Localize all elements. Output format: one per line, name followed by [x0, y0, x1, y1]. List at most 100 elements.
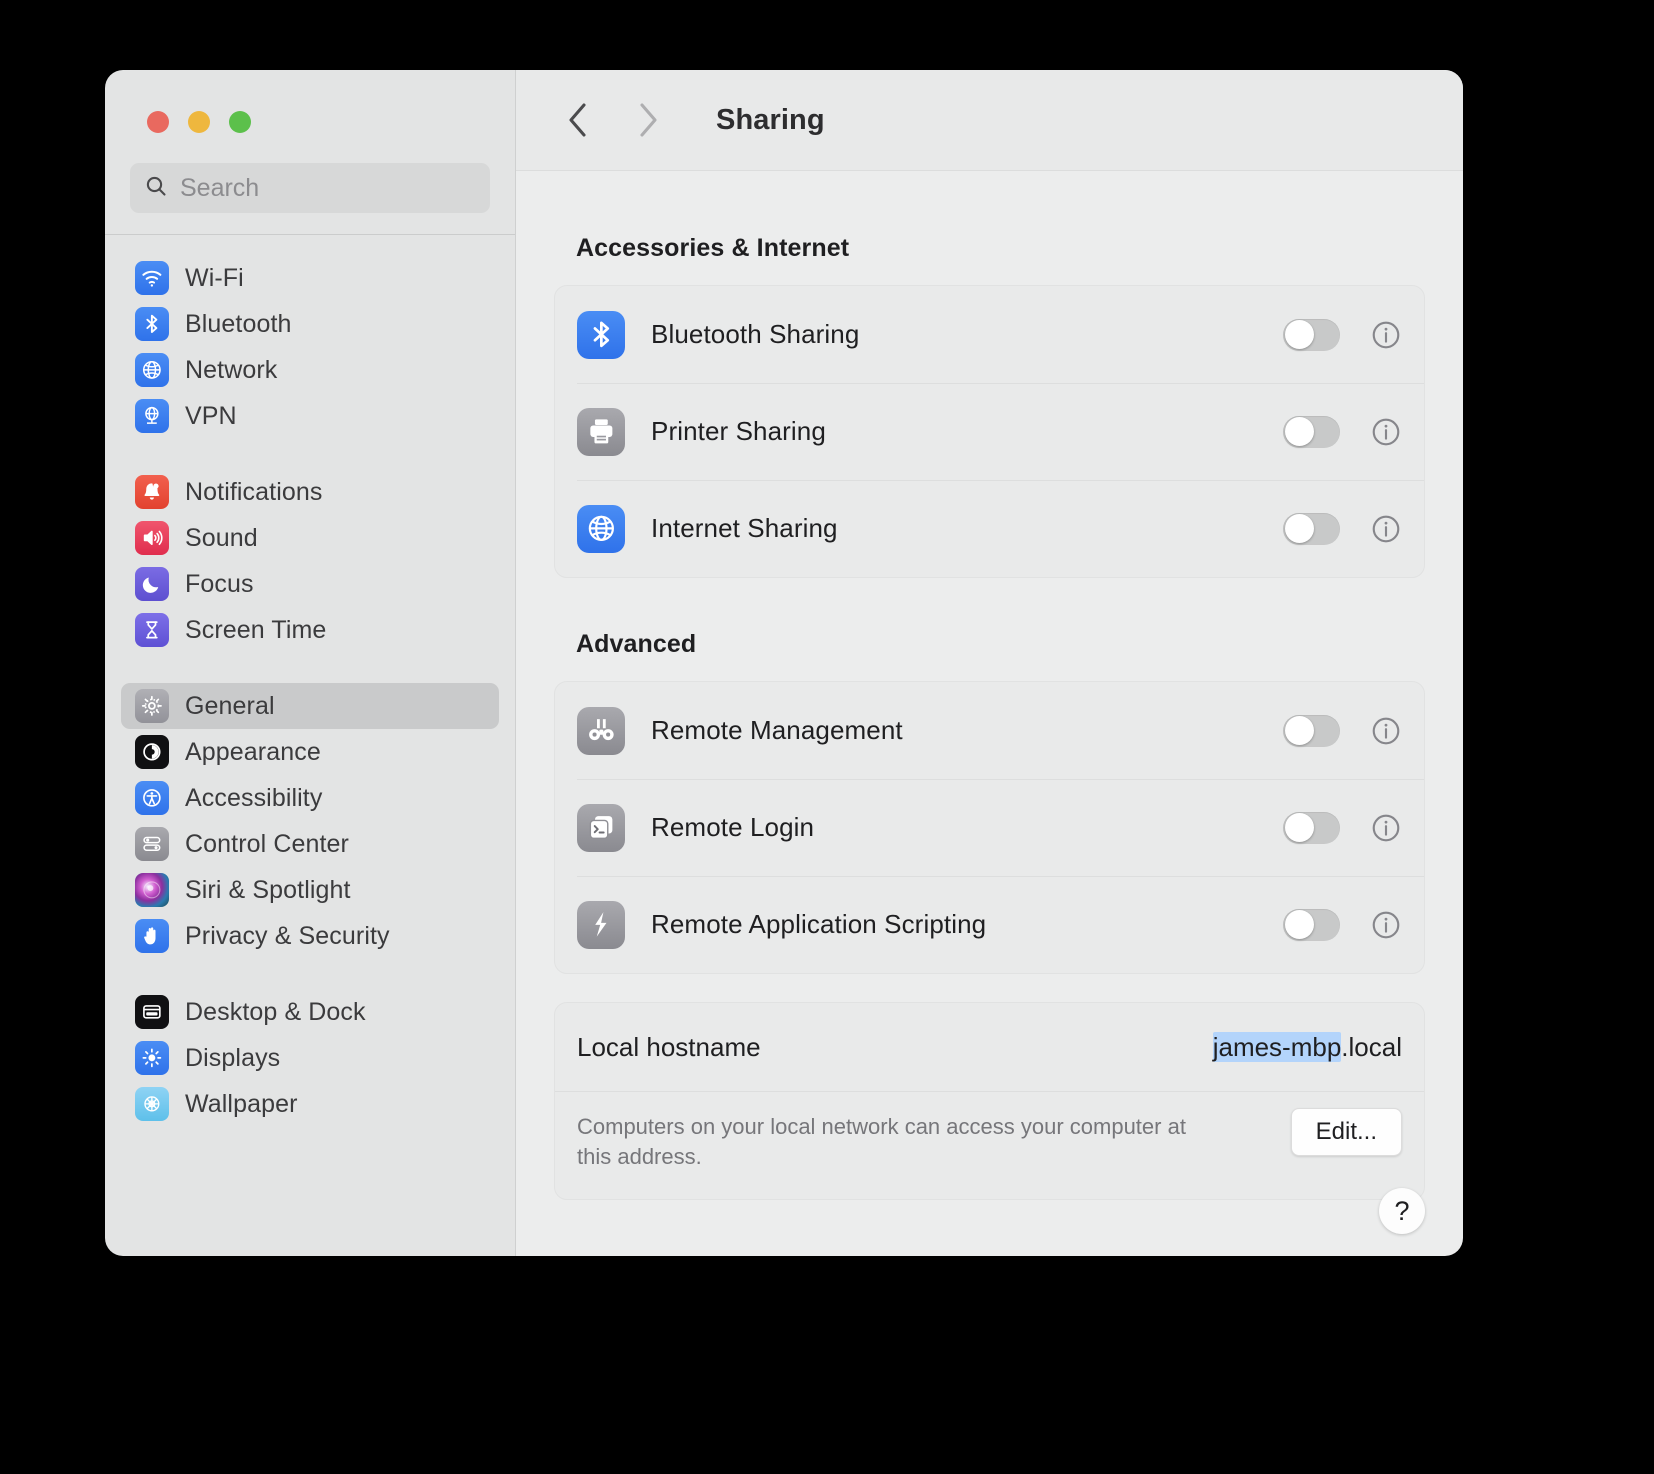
- sidebar-list[interactable]: Wi-Fi Bluetooth Network VPN Notification…: [105, 235, 515, 1256]
- setting-toggle[interactable]: [1283, 714, 1340, 747]
- sidebar-item-label: Notifications: [185, 477, 323, 506]
- setting-toggle[interactable]: [1283, 415, 1340, 448]
- sections-container: Accessories & Internet Bluetooth Sharing…: [554, 170, 1425, 1200]
- sidebar-item-general[interactable]: General: [121, 683, 499, 729]
- sidebar-group-0: Wi-Fi Bluetooth Network VPN: [121, 255, 499, 439]
- sidebar-group-2: General Appearance Accessibility Control…: [121, 683, 499, 959]
- section-title: Advanced: [576, 630, 697, 658]
- siri-icon: [135, 873, 169, 907]
- edit-button[interactable]: Edit...: [1290, 1108, 1402, 1156]
- minimize-button[interactable]: [188, 111, 210, 133]
- info-icon[interactable]: [1370, 513, 1402, 545]
- setting-row-label: Bluetooth Sharing: [651, 319, 860, 349]
- info-icon[interactable]: [1370, 812, 1402, 844]
- sidebar-item-screen-time[interactable]: Screen Time: [121, 607, 499, 653]
- sidebar-item-label: Privacy & Security: [185, 921, 390, 950]
- back-button[interactable]: [556, 98, 600, 142]
- sidebar-group-3: Desktop & Dock Displays Wallpaper: [121, 989, 499, 1127]
- search-input[interactable]: [180, 173, 476, 203]
- toolbar-separator: [516, 170, 1463, 171]
- toggle-knob: [1284, 320, 1314, 349]
- search-box[interactable]: [130, 163, 490, 213]
- sidebar-item-label: Wi-Fi: [185, 263, 244, 292]
- gear-icon: [135, 689, 169, 723]
- sidebar-item-desktop-dock[interactable]: Desktop & Dock: [121, 989, 499, 1035]
- setting-row: Bluetooth Sharing: [555, 286, 1424, 383]
- local-hostname-value-selected: james-mbp: [1212, 1031, 1342, 1062]
- setting-row: Printer Sharing: [555, 383, 1424, 480]
- forward-button[interactable]: [626, 98, 670, 142]
- sidebar-item-accessibility[interactable]: Accessibility: [121, 775, 499, 821]
- local-hostname-row: Local hostname james-mbp.local: [555, 1003, 1424, 1091]
- sidebar-item-label: Focus: [185, 569, 254, 598]
- globe-icon: [135, 353, 169, 387]
- local-hostname-description: Computers on your local network can acce…: [577, 1114, 1186, 1170]
- wallpaper-icon: [135, 1087, 169, 1121]
- sidebar-item-wallpaper[interactable]: Wallpaper: [121, 1081, 499, 1127]
- system-settings-window: Wi-Fi Bluetooth Network VPN Notification…: [105, 70, 1463, 1256]
- settings-content[interactable]: Accessories & Internet Bluetooth Sharing…: [516, 170, 1463, 1256]
- zoom-button[interactable]: [229, 111, 251, 133]
- printer-icon: [577, 407, 625, 456]
- setting-row: Remote Login: [555, 779, 1424, 876]
- sidebar-item-label: Wallpaper: [185, 1089, 298, 1118]
- sidebar-item-privacy-security[interactable]: Privacy & Security: [121, 913, 499, 959]
- sidebar-group-1: Notifications Sound Focus Screen Time: [121, 469, 499, 653]
- toggle-knob: [1284, 417, 1314, 446]
- terminal-icon: [577, 803, 625, 852]
- sidebar-item-label: Bluetooth: [185, 309, 292, 338]
- setting-toggle[interactable]: [1283, 811, 1340, 844]
- bell-icon: [135, 475, 169, 509]
- sidebar-item-label: Appearance: [185, 737, 321, 766]
- sidebar-item-label: Network: [185, 355, 278, 384]
- toggle-knob: [1284, 910, 1314, 939]
- sidebar: Wi-Fi Bluetooth Network VPN Notification…: [105, 70, 516, 1256]
- sidebar-item-vpn[interactable]: VPN: [121, 393, 499, 439]
- sidebar-item-wi-fi[interactable]: Wi-Fi: [121, 255, 499, 301]
- sidebar-item-sound[interactable]: Sound: [121, 515, 499, 561]
- sidebar-item-bluetooth[interactable]: Bluetooth: [121, 301, 499, 347]
- help-button[interactable]: ?: [1379, 1188, 1425, 1234]
- toolbar: Sharing: [516, 70, 1463, 170]
- local-hostname-value[interactable]: james-mbp.local: [1212, 1031, 1402, 1063]
- sidebar-item-displays[interactable]: Displays: [121, 1035, 499, 1081]
- vpn-globe-icon: [135, 399, 169, 433]
- sliders-icon: [135, 827, 169, 861]
- info-icon[interactable]: [1370, 319, 1402, 351]
- globe-icon: [577, 504, 625, 553]
- toggle-knob: [1284, 813, 1314, 842]
- sidebar-item-control-center[interactable]: Control Center: [121, 821, 499, 867]
- moon-icon: [135, 567, 169, 601]
- bluetooth-icon: [577, 310, 625, 359]
- setting-row-label: Remote Login: [651, 812, 815, 842]
- sidebar-item-label: Desktop & Dock: [185, 997, 366, 1026]
- sidebar-item-appearance[interactable]: Appearance: [121, 729, 499, 775]
- settings-card: Remote Management Remote Login Remote Ap…: [554, 681, 1425, 974]
- main-panel: Sharing Accessories & Internet Bluetooth…: [516, 70, 1463, 1256]
- info-icon[interactable]: [1370, 909, 1402, 941]
- sidebar-item-notifications[interactable]: Notifications: [121, 469, 499, 515]
- search-icon: [144, 174, 168, 203]
- sidebar-item-label: Displays: [185, 1043, 281, 1072]
- sidebar-item-network[interactable]: Network: [121, 347, 499, 393]
- sidebar-item-label: Sound: [185, 523, 258, 552]
- binoculars-icon: [577, 706, 625, 755]
- setting-row-label: Remote Management: [651, 715, 903, 745]
- local-hostname-card: Local hostname james-mbp.local Computers…: [554, 1002, 1425, 1200]
- setting-row: Remote Application Scripting: [555, 876, 1424, 973]
- search-container: [105, 133, 515, 213]
- sidebar-item-focus[interactable]: Focus: [121, 561, 499, 607]
- toggle-knob: [1284, 514, 1314, 543]
- setting-toggle[interactable]: [1283, 908, 1340, 941]
- info-icon[interactable]: [1370, 715, 1402, 747]
- brightness-icon: [135, 1041, 169, 1075]
- sidebar-item-siri-spotlight[interactable]: Siri & Spotlight: [121, 867, 499, 913]
- setting-toggle[interactable]: [1283, 318, 1340, 351]
- window-controls: [105, 70, 515, 133]
- info-icon[interactable]: [1370, 416, 1402, 448]
- appearance-icon: [135, 735, 169, 769]
- accessibility-icon: [135, 781, 169, 815]
- setting-row-label: Internet Sharing: [651, 513, 838, 543]
- close-button[interactable]: [147, 111, 169, 133]
- setting-toggle[interactable]: [1283, 512, 1340, 545]
